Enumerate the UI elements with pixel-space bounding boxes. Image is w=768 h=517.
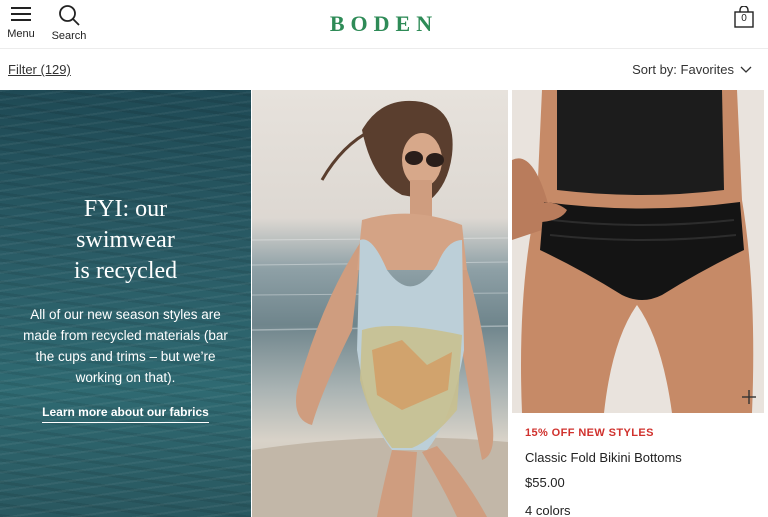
brand-logo: BODEN (329, 11, 439, 36)
learn-more-fabrics-link[interactable]: Learn more about our fabrics (0, 405, 251, 423)
promo-title-line: FYI: our (83, 196, 168, 222)
learn-more-link-text: Learn more about our fabrics (42, 405, 209, 423)
promo-body: All of our new season styles are made fr… (23, 307, 228, 385)
sort-dropdown[interactable]: Sort by: Favorites (632, 62, 752, 77)
promo-title-line: swimwear (76, 227, 175, 253)
product-card[interactable]: 15% OFF NEW STYLES Classic Fold Bikini B… (512, 90, 768, 517)
chevron-down-icon (740, 66, 752, 73)
recycled-swimwear-promo: FYI: our swimwear is recycled All of our… (0, 90, 251, 517)
site-header: Menu Search BODEN 0 (0, 0, 768, 49)
product-colors: 4 colors (525, 503, 571, 517)
model-swimsuit-photo[interactable] (252, 90, 508, 517)
search-icon (59, 5, 80, 26)
search-label: Search (51, 30, 87, 42)
product-price: $55.00 (525, 475, 565, 490)
filter-button[interactable]: Filter (129) (8, 62, 71, 77)
promo-badge: 15% OFF NEW STYLES (525, 427, 654, 439)
bag-count: 0 (741, 13, 747, 24)
sort-label: Sort by: Favorites (632, 62, 734, 77)
hamburger-menu-icon (11, 7, 31, 21)
product-name[interactable]: Classic Fold Bikini Bottoms (525, 450, 682, 465)
menu-label: Menu (7, 28, 35, 40)
shopping-bag-button[interactable]: 0 (734, 6, 754, 28)
search-button[interactable]: Search (50, 4, 88, 42)
plus-icon[interactable] (740, 388, 758, 406)
promo-title-line: is recycled (73, 258, 178, 284)
menu-button[interactable]: Menu (4, 4, 38, 40)
model-photo-illustration (252, 100, 508, 517)
bikini-bottoms-illustration (512, 90, 764, 413)
promo-title: FYI: our swimwear is recycled (0, 194, 251, 287)
filter-sort-bar: Filter (129) Sort by: Favorites (0, 50, 768, 89)
product-image[interactable] (512, 90, 764, 413)
